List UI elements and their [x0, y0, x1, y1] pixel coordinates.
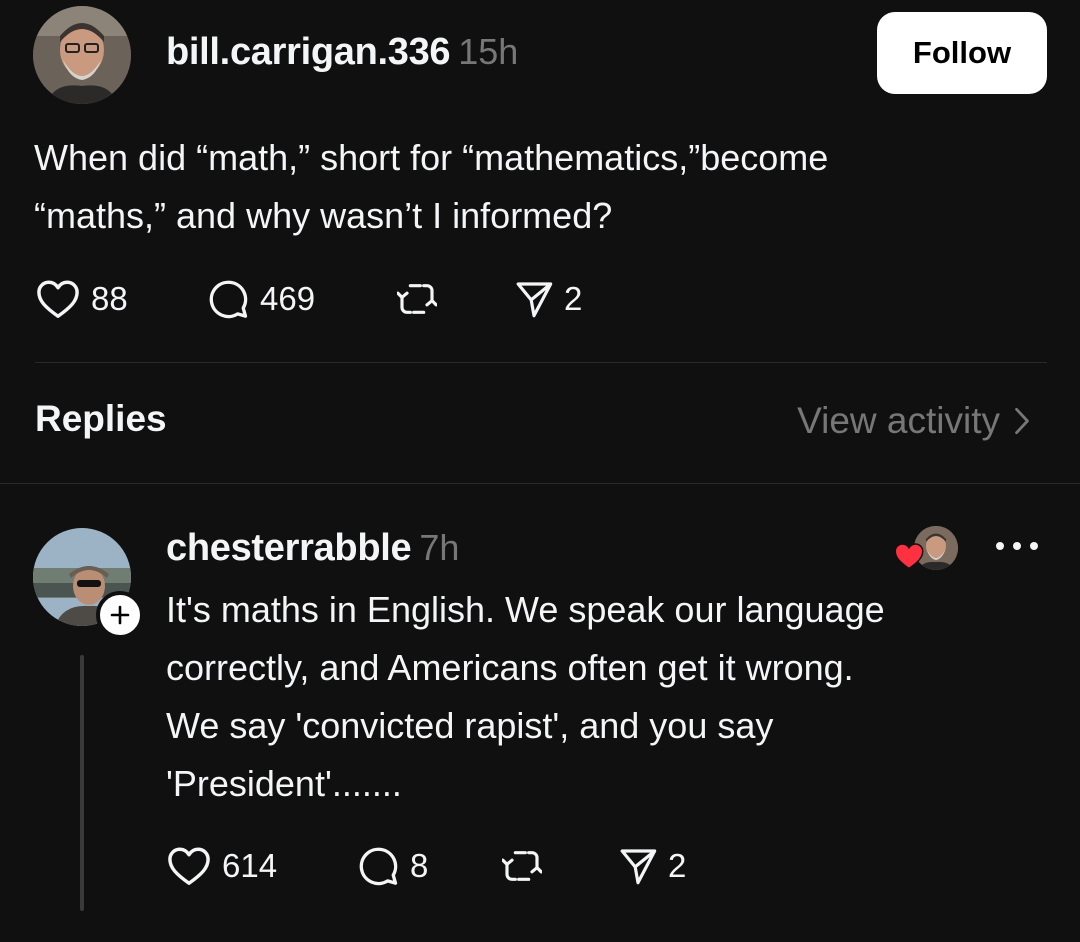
view-activity-label: View activity	[797, 400, 1000, 441]
divider	[35, 362, 1047, 363]
share-button[interactable]: 2	[618, 846, 686, 886]
chevron-right-icon	[1015, 407, 1029, 435]
liked-by-author-indicator	[894, 526, 960, 572]
comment-icon	[359, 847, 398, 886]
replies-heading: Replies	[35, 398, 167, 439]
comment-icon	[209, 280, 248, 319]
post-header: bill.carrigan.336 15h	[166, 31, 518, 74]
reply-button[interactable]: 8	[356, 845, 502, 887]
post-actions: 88 469 2	[35, 279, 582, 319]
heart-icon	[37, 280, 79, 318]
reply-button[interactable]: 469	[206, 278, 397, 320]
like-count: 88	[91, 280, 128, 317]
avatar-photo	[33, 6, 131, 104]
divider	[0, 483, 1080, 484]
reply-count: 469	[260, 280, 316, 317]
post-text: When did “math,” short for “mathematics,…	[34, 137, 829, 236]
send-icon	[620, 849, 657, 885]
repost-icon	[397, 284, 437, 314]
repost-button[interactable]	[502, 846, 618, 886]
send-icon	[516, 282, 553, 318]
repost-button[interactable]	[397, 279, 514, 319]
reply-text: It's maths in English. We speak our lang…	[166, 589, 885, 804]
like-button[interactable]: 88	[35, 279, 206, 319]
reply-count: 8	[410, 847, 429, 884]
post-timestamp: 15h	[458, 31, 519, 72]
reply-timestamp: 7h	[419, 527, 460, 568]
reply-actions: 614 8 2	[166, 846, 686, 886]
heart-icon	[168, 847, 210, 885]
reply-username[interactable]: chesterrabble	[166, 527, 412, 569]
post-author-avatar[interactable]	[33, 6, 131, 104]
post-username[interactable]: bill.carrigan.336	[166, 31, 451, 73]
thread-line	[80, 655, 84, 911]
repost-icon	[502, 851, 542, 881]
plus-icon	[110, 605, 130, 625]
share-count: 2	[668, 847, 687, 884]
follow-plus-button[interactable]	[96, 591, 144, 639]
share-button[interactable]: 2	[514, 279, 582, 319]
follow-button[interactable]: Follow	[877, 12, 1047, 94]
reply-header: chesterrabble 7h	[166, 527, 459, 570]
view-activity-link[interactable]: View activity	[797, 400, 1030, 442]
heart-filled-icon	[894, 543, 924, 570]
like-button[interactable]: 614	[166, 846, 356, 886]
like-count: 614	[222, 847, 278, 884]
more-options-icon[interactable]	[996, 534, 1038, 558]
share-count: 2	[564, 280, 583, 317]
